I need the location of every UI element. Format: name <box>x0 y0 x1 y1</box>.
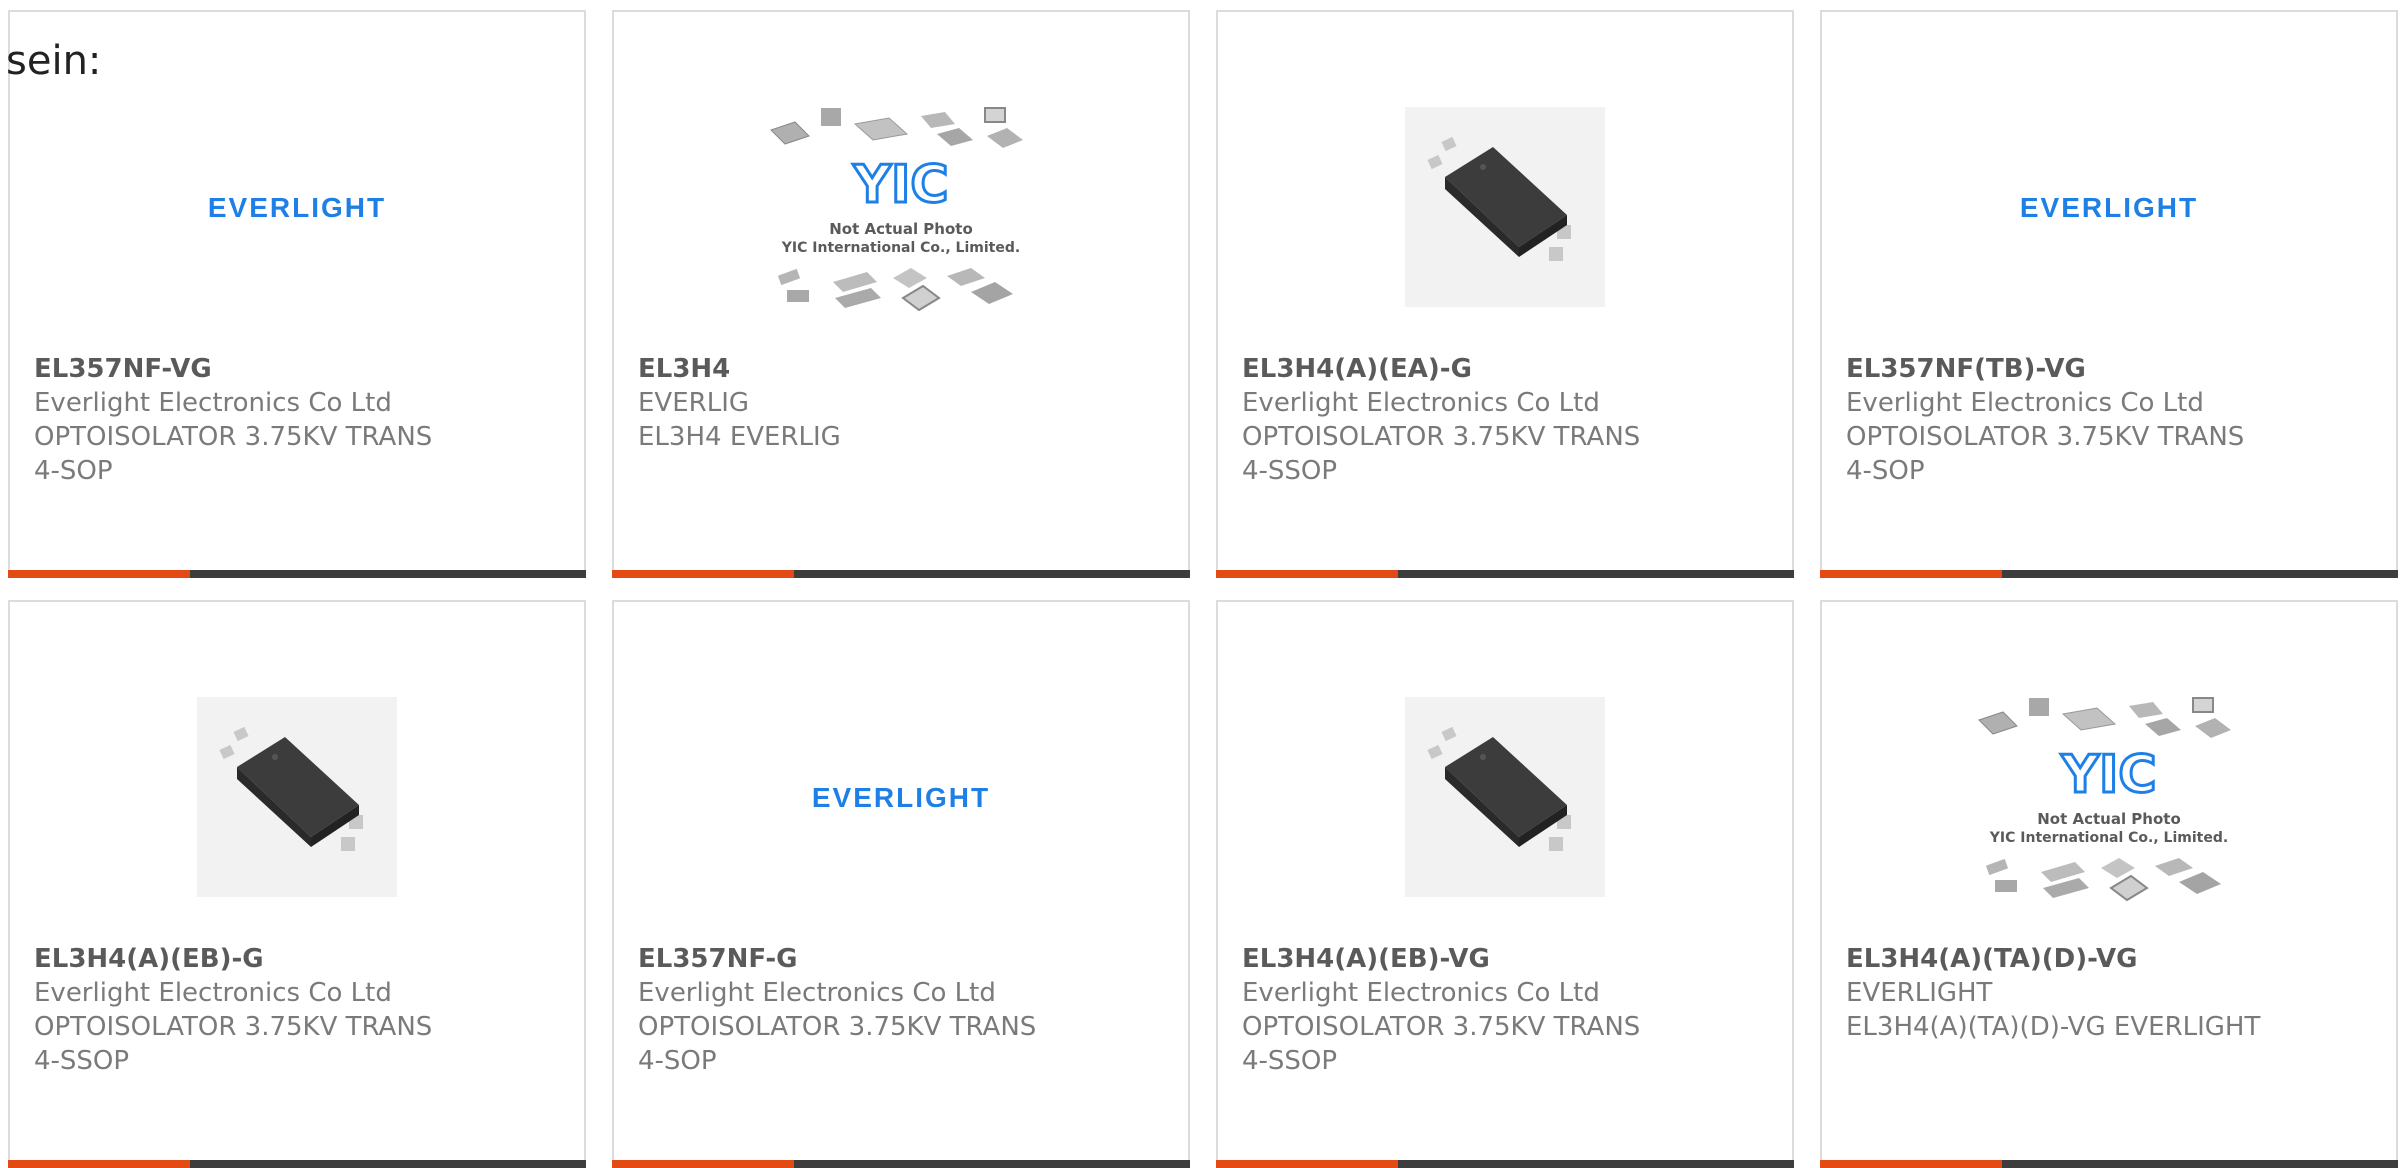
svg-text:Not Actual Photo: Not Actual Photo <box>829 220 973 238</box>
everlight-logo: EVERLIGHT <box>812 782 990 813</box>
svg-text:YIC International Co., Limited: YIC International Co., Limited. <box>1989 830 2228 846</box>
chip-photo <box>1405 697 1605 897</box>
description: OPTOISOLATOR 3.75KV TRANS <box>1846 422 2245 452</box>
package: 4-SOP <box>1846 456 1925 486</box>
package: 4-SOP <box>34 456 113 486</box>
package: 4-SSOP <box>1242 1046 1338 1076</box>
everlight-logo: EVERLIGHT <box>2020 192 2198 223</box>
manufacturer: Everlight Electronics Co Ltd <box>34 388 392 418</box>
product-image-area <box>1218 662 1792 932</box>
chip-photo <box>1405 107 1605 307</box>
package: 4-SSOP <box>34 1046 130 1076</box>
product-card[interactable]: YIC Not Actual Photo YIC International C… <box>612 10 1190 578</box>
description: OPTOISOLATOR 3.75KV TRANS <box>638 1012 1037 1042</box>
description: OPTOISOLATOR 3.75KV TRANS <box>1242 422 1641 452</box>
product-info: EL3H4(A)(EB)-VG Everlight Electronics Co… <box>1242 942 1776 1078</box>
manufacturer: Everlight Electronics Co Ltd <box>1846 388 2204 418</box>
product-image-area: EVERLIGHT <box>1822 72 2396 342</box>
svg-text:YIC: YIC <box>852 155 948 215</box>
product-info: EL3H4(A)(EB)-G Everlight Electronics Co … <box>34 942 568 1078</box>
manufacturer: Everlight Electronics Co Ltd <box>1242 978 1600 1008</box>
product-image-area <box>10 662 584 932</box>
not-actual-photo-image: YIC Not Actual Photo YIC International C… <box>770 107 1023 312</box>
part-number: EL3H4(A)(EB)-VG <box>1242 944 1490 974</box>
card-accent-bar <box>1820 570 2398 578</box>
part-number: EL357NF-VG <box>34 354 212 384</box>
manufacturer: Everlight Electronics Co Ltd <box>1242 388 1600 418</box>
everlight-logo: EVERLIGHT <box>208 192 386 223</box>
product-info: EL3H4(A)(EA)-G Everlight Electronics Co … <box>1242 352 1776 488</box>
svg-text:Not Actual Photo: Not Actual Photo <box>2037 810 2181 828</box>
package: 4-SOP <box>638 1046 717 1076</box>
product-info: EL357NF-VG Everlight Electronics Co Ltd … <box>34 352 568 488</box>
manufacturer: Everlight Electronics Co Ltd <box>34 978 392 1008</box>
chip-photo <box>197 697 397 897</box>
svg-text:EVERLIGHT: EVERLIGHT <box>812 782 990 813</box>
product-image-area <box>1218 72 1792 342</box>
description: EL3H4(A)(TA)(D)-VG EVERLIGHT <box>1846 1012 2261 1042</box>
description: OPTOISOLATOR 3.75KV TRANS <box>34 422 433 452</box>
product-card[interactable]: EVERLIGHT EL357NF(TB)-VG Everlight Elect… <box>1820 10 2398 578</box>
card-accent-bar <box>8 570 586 578</box>
product-image-area: YIC Not Actual Photo YIC International C… <box>1822 662 2396 932</box>
product-card[interactable]: EL3H4(A)(EA)-G Everlight Electronics Co … <box>1216 10 1794 578</box>
part-number: EL3H4(A)(EA)-G <box>1242 354 1472 384</box>
product-card[interactable]: EVERLIGHT EL357NF-VG Everlight Electroni… <box>8 10 586 578</box>
manufacturer: EVERLIG <box>638 388 750 418</box>
manufacturer: EVERLIGHT <box>1846 978 1993 1008</box>
product-card[interactable]: YIC Not Actual Photo YIC International C… <box>1820 600 2398 1168</box>
product-info: EL3H4(A)(TA)(D)-VG EVERLIGHT EL3H4(A)(TA… <box>1846 942 2380 1044</box>
product-info: EL357NF(TB)-VG Everlight Electronics Co … <box>1846 352 2380 488</box>
product-image-area: YIC Not Actual Photo YIC International C… <box>614 72 1188 342</box>
product-card[interactable]: EL3H4(A)(EB)-G Everlight Electronics Co … <box>8 600 586 1168</box>
part-number: EL3H4(A)(EB)-G <box>34 944 264 974</box>
part-number: EL3H4 <box>638 354 731 384</box>
product-info: EL357NF-G Everlight Electronics Co Ltd O… <box>638 942 1172 1078</box>
product-grid: EVERLIGHT EL357NF-VG Everlight Electroni… <box>8 10 2398 1168</box>
description: OPTOISOLATOR 3.75KV TRANS <box>34 1012 433 1042</box>
product-image-area: EVERLIGHT <box>10 72 584 342</box>
description: OPTOISOLATOR 3.75KV TRANS <box>1242 1012 1641 1042</box>
not-actual-photo-image: YIC Not Actual Photo YIC International C… <box>1978 697 2231 902</box>
product-card[interactable]: EL3H4(A)(EB)-VG Everlight Electronics Co… <box>1216 600 1794 1168</box>
product-card[interactable]: EVERLIGHT EL357NF-G Everlight Electronic… <box>612 600 1190 1168</box>
svg-text:EVERLIGHT: EVERLIGHT <box>2020 192 2198 223</box>
lead-text: sein: <box>6 38 102 84</box>
part-number: EL357NF(TB)-VG <box>1846 354 2086 384</box>
part-number: EL357NF-G <box>638 944 798 974</box>
svg-text:YIC: YIC <box>2060 745 2156 805</box>
manufacturer: Everlight Electronics Co Ltd <box>638 978 996 1008</box>
card-accent-bar <box>612 570 1190 578</box>
card-accent-bar <box>1216 570 1794 578</box>
svg-text:YIC International Co., Limited: YIC International Co., Limited. <box>781 240 1020 256</box>
part-number: EL3H4(A)(TA)(D)-VG <box>1846 944 2138 974</box>
product-info: EL3H4 EVERLIG EL3H4 EVERLIG <box>638 352 1172 454</box>
product-image-area: EVERLIGHT <box>614 662 1188 932</box>
description: EL3H4 EVERLIG <box>638 422 841 452</box>
package: 4-SSOP <box>1242 456 1338 486</box>
svg-text:EVERLIGHT: EVERLIGHT <box>208 192 386 223</box>
